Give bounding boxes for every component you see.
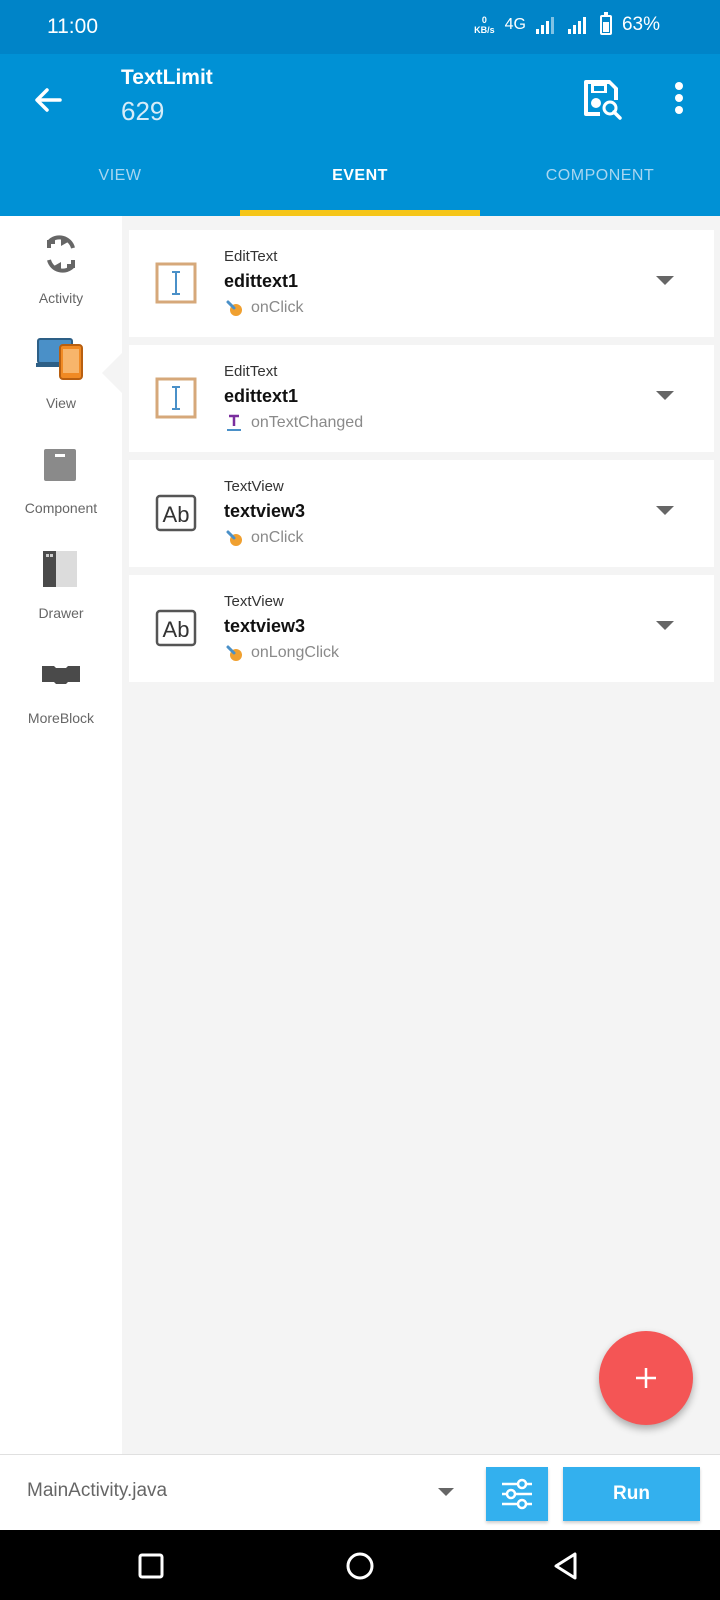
bottom-bar: MainActivity.java Run	[0, 1454, 720, 1530]
save-icon[interactable]	[580, 76, 624, 120]
chevron-down-icon[interactable]	[656, 506, 674, 515]
touch-icon	[226, 300, 242, 316]
edittext-icon	[155, 377, 197, 419]
touch-icon	[226, 645, 242, 661]
sidebar-item-drawer[interactable]: Drawer	[0, 531, 122, 631]
event-card[interactable]: EditText edittext1 onClick	[129, 230, 714, 337]
sidebar-label: View	[45, 395, 77, 411]
file-selector[interactable]: MainActivity.java	[27, 1480, 167, 1502]
battery-icon	[599, 12, 612, 35]
recents-icon[interactable]	[135, 1550, 167, 1582]
more-vert-icon[interactable]	[664, 78, 694, 118]
event-card[interactable]: Ab TextView textview3 onLongClick	[129, 575, 714, 682]
event-name: onTextChanged	[251, 414, 364, 431]
settings-button[interactable]	[486, 1467, 548, 1521]
run-button[interactable]: Run	[563, 1467, 700, 1521]
back-arrow-icon[interactable]	[28, 80, 68, 120]
sidebar-label: MoreBlock	[27, 710, 95, 726]
widget-id: edittext1	[224, 271, 299, 291]
event-name: onClick	[251, 529, 304, 546]
edittext-icon	[155, 262, 197, 304]
signal-icon	[535, 17, 554, 34]
sidebar-label: Activity	[38, 290, 84, 306]
sliders-icon	[502, 1478, 532, 1510]
widget-type: EditText	[224, 363, 278, 380]
box-icon	[44, 449, 76, 481]
chevron-down-icon[interactable]	[656, 621, 674, 630]
svg-text:Ab: Ab	[163, 502, 190, 527]
system-nav-bar	[0, 1530, 720, 1600]
textview-icon: Ab	[155, 609, 197, 647]
event-card[interactable]: EditText edittext1 onTextChanged	[129, 345, 714, 452]
text-change-icon	[227, 414, 241, 431]
devices-icon	[36, 338, 83, 380]
net-speed: 0 KB/s	[474, 15, 495, 35]
sidebar-item-moreblock[interactable]: MoreBlock	[0, 636, 122, 736]
status-bar: 11:00 0 KB/s 4G 63%	[0, 0, 720, 54]
tab-bar: VIEW EVENT COMPONENT	[0, 154, 720, 216]
widget-id: textview3	[224, 616, 306, 636]
chevron-down-icon[interactable]	[656, 391, 674, 400]
tab-view[interactable]: VIEW	[0, 154, 240, 216]
event-name: onLongClick	[251, 644, 340, 661]
status-icons: 0 KB/s 4G 63%	[474, 12, 660, 36]
block-icon	[42, 666, 80, 684]
chevron-down-icon[interactable]	[656, 276, 674, 285]
chevron-down-icon[interactable]	[438, 1488, 454, 1496]
tab-event[interactable]: EVENT	[240, 154, 480, 216]
event-card[interactable]: Ab TextView textview3 onClick	[129, 460, 714, 567]
project-id: 629	[121, 96, 165, 126]
sidebar-item-activity[interactable]: Activity	[0, 216, 122, 316]
app-bar: TextLimit 629 VIEW EVENT COMPONENT	[0, 54, 720, 216]
status-time: 11:00	[47, 15, 98, 38]
plus-icon	[636, 1368, 656, 1388]
sidebar-label: Component	[24, 500, 98, 516]
widget-id: textview3	[224, 501, 306, 521]
widget-type: EditText	[224, 248, 278, 265]
signal-icon-2	[567, 17, 586, 34]
event-name: onClick	[251, 299, 304, 316]
back-nav-icon[interactable]	[551, 1550, 583, 1582]
project-title: TextLimit	[121, 66, 213, 89]
tab-component[interactable]: COMPONENT	[480, 154, 720, 216]
sidebar-item-component[interactable]: Component	[0, 426, 122, 526]
widget-type: TextView	[224, 478, 284, 495]
drawer-icon	[43, 551, 77, 587]
sidebar-label: Drawer	[38, 605, 84, 621]
svg-text:Ab: Ab	[163, 617, 190, 642]
battery-level: 63%	[621, 14, 660, 35]
refresh-icon	[47, 235, 75, 273]
add-event-button[interactable]	[599, 1331, 693, 1425]
sidebar: Activity View Component Drawer MoreBlock	[0, 216, 122, 1454]
touch-icon	[226, 530, 242, 546]
network-type: 4G	[504, 16, 526, 33]
widget-type: TextView	[224, 593, 284, 610]
home-icon[interactable]	[344, 1550, 376, 1582]
selected-pointer	[102, 353, 122, 393]
textview-icon: Ab	[155, 494, 197, 532]
widget-id: edittext1	[224, 386, 299, 406]
